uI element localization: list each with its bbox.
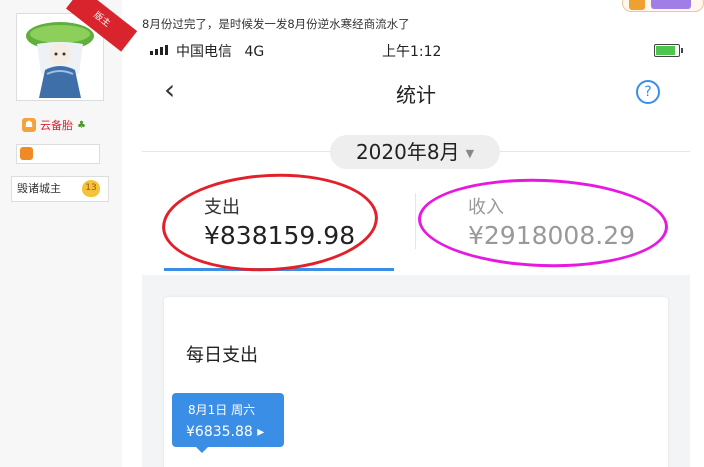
stat-tabs: 支出 ¥838159.98 收入 ¥2918008.29 xyxy=(142,168,690,277)
user-rank: ☗ 云备胎 ♣ xyxy=(22,117,86,133)
month-selector[interactable]: 2020年8月 ▼ xyxy=(330,135,500,169)
tooltip-amount: ¥6835.88 ▸ xyxy=(186,424,265,440)
rank-label: 云备胎 xyxy=(40,119,73,132)
user-title: 毁诸城主 13 xyxy=(11,176,109,202)
medal-box xyxy=(16,144,100,164)
battery-fill xyxy=(656,46,675,55)
tab-divider xyxy=(415,193,416,249)
clock: 上午1:12 xyxy=(382,44,442,60)
card-title: 每日支出 xyxy=(186,345,258,366)
chart-tooltip[interactable]: 8月1日 周六 ¥6835.88 ▸ xyxy=(172,393,284,453)
tooltip-pointer xyxy=(196,447,208,453)
month-label: 2020年8月 xyxy=(355,140,460,164)
tag-icon xyxy=(651,0,691,9)
network-type: 4G xyxy=(244,44,265,60)
signal-icon xyxy=(150,45,168,55)
post-text: 8月份过完了，是时候发一发8月份逆水寒经商流水了 xyxy=(142,17,410,31)
tooltip-date: 8月1日 周六 xyxy=(188,403,256,417)
phone-screenshot: 中国电信 4G 上午1:12 ‹ 统计 ? 2020年8月 ▼ 支出 ¥83815… xyxy=(142,33,690,467)
chevron-down-icon: ▼ xyxy=(465,146,475,160)
carrier-name: 中国电信 xyxy=(176,44,232,60)
month-row: 2020年8月 ▼ xyxy=(142,119,690,179)
user-title-label: 毁诸城主 xyxy=(17,182,61,195)
daily-expense-card: 每日支出 8月1日 周六 ¥6835.88 ▸ xyxy=(164,297,668,467)
rank-icon: ☗ xyxy=(22,118,36,132)
battery-icon xyxy=(654,44,683,57)
gift-icon xyxy=(629,0,645,10)
tree-icon: ♣ xyxy=(77,119,86,131)
user-sidebar: 版主 ☗ 云备胎 ♣ 毁诸城主 13 xyxy=(0,0,138,467)
carrier: 中国电信 4G xyxy=(176,41,264,61)
medal-icon[interactable] xyxy=(20,147,33,160)
status-bar: 中国电信 4G 上午1:12 xyxy=(142,33,690,67)
page-title: 统计 xyxy=(396,83,436,107)
top-right-badge[interactable] xyxy=(622,0,704,12)
level-badge: 13 xyxy=(82,180,100,197)
help-icon[interactable]: ? xyxy=(636,80,660,104)
nav-bar: ‹ 统计 ? xyxy=(142,67,690,119)
